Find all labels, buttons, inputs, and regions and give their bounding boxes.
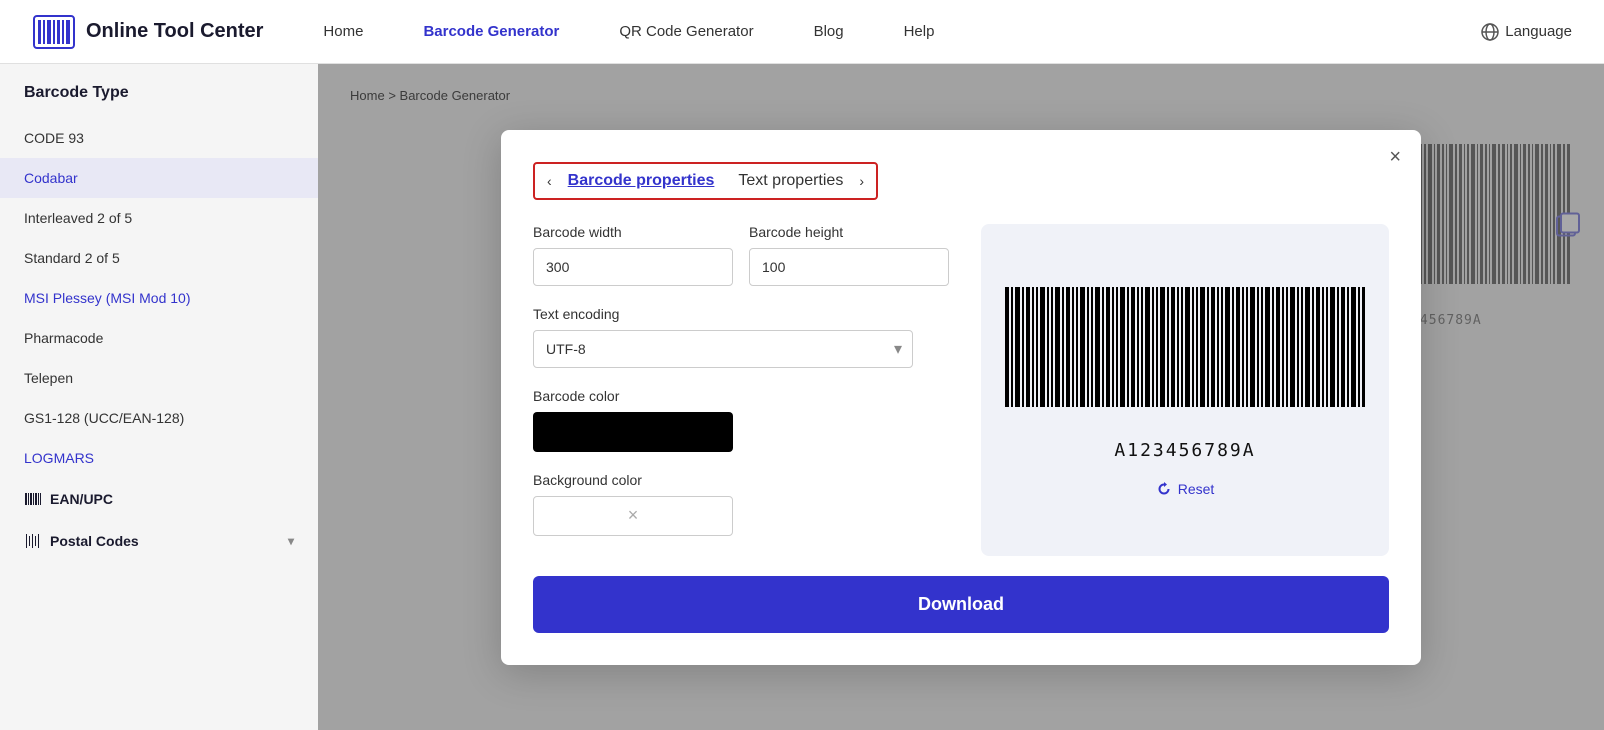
reset-label: Reset [1178,481,1215,497]
encoding-label: Text encoding [533,306,949,322]
sidebar-item-codabar[interactable]: Codabar [0,158,318,198]
tab-right-arrow: › [859,173,864,189]
select-arrow-icon: ▾ [884,339,912,359]
width-label: Barcode width [533,224,733,240]
header: Online Tool Center Home Barcode Generato… [0,0,1604,64]
form-group-encoding: Text encoding UTF-8 ASCII ISO-8859-1 ▾ [533,306,949,368]
chevron-down-icon: ▾ [288,534,294,548]
tab-left-arrow: ‹ [547,173,552,189]
nav-home[interactable]: Home [323,23,363,40]
logo-icon [32,14,76,50]
width-group: Barcode width ▲ ▼ [533,224,733,286]
encoding-select[interactable]: UTF-8 ASCII ISO-8859-1 [534,331,884,367]
modal-body: Barcode width ▲ ▼ [533,224,1389,556]
reset-icon [1156,481,1172,497]
sidebar-item-telepen[interactable]: Telepen [0,358,318,398]
width-input-group: ▲ ▼ [533,248,733,286]
nav-qr-code-generator[interactable]: QR Code Generator [619,23,753,40]
sidebar-item-logmars[interactable]: LOGMARS [0,438,318,478]
sidebar-group-postal-label: Postal Codes [50,533,139,549]
modal-close-button[interactable]: × [1389,146,1401,169]
bg-color-swatch[interactable]: × [533,496,733,536]
form-group-barcode-color: Barcode color [533,388,949,452]
height-input-group: ▲ ▼ [749,248,949,286]
modal-tab-bar: ‹ Barcode properties Text properties › [533,162,878,200]
logo-text: Online Tool Center [86,20,263,43]
bg-color-label: Background color [533,472,949,488]
barcode-color-label: Barcode color [533,388,949,404]
postal-barcode-icon [24,532,42,550]
tab-barcode-properties-label: Barcode properties [568,172,715,190]
globe-icon [1481,23,1499,41]
sidebar-group-ean-upc-label: EAN/UPC [50,491,113,507]
nav-help[interactable]: Help [904,23,935,40]
sidebar-item-gs1128[interactable]: GS1-128 (UCC/EAN-128) [0,398,318,438]
barcode-preview-svg [1005,282,1365,432]
sidebar-item-msi[interactable]: MSI Plessey (MSI Mod 10) [0,278,318,318]
nav-barcode-generator[interactable]: Barcode Generator [423,23,559,40]
sidebar-item-code93[interactable]: CODE 93 [0,118,318,158]
height-group: Barcode height ▲ ▼ [749,224,949,286]
form-group-dimensions: Barcode width ▲ ▼ [533,224,949,286]
sidebar-section-title: Barcode Type [0,84,318,118]
reset-button[interactable]: Reset [1156,481,1215,497]
content-area: Home > Barcode Generator [318,64,1604,730]
language-button[interactable]: Language [1481,23,1572,41]
main-layout: Barcode Type CODE 93 Codabar Interleaved… [0,64,1604,730]
barcode-text-label: A123456789A [1114,440,1255,461]
height-label: Barcode height [749,224,949,240]
modal-form: Barcode width ▲ ▼ [533,224,949,556]
encoding-select-group: UTF-8 ASCII ISO-8859-1 ▾ [533,330,913,368]
sidebar: Barcode Type CODE 93 Codabar Interleaved… [0,64,318,730]
download-button[interactable]: Download [533,576,1389,633]
main-nav: Home Barcode Generator QR Code Generator… [323,23,1481,40]
nav-blog[interactable]: Blog [814,23,844,40]
tab-text-properties[interactable]: Text properties [730,168,851,194]
sidebar-item-pharmacode[interactable]: Pharmacode [0,318,318,358]
logo-area[interactable]: Online Tool Center [32,14,263,50]
bg-color-clear-icon[interactable]: × [628,505,639,526]
language-label: Language [1505,23,1572,40]
height-input[interactable] [750,251,949,283]
sidebar-item-standard2of5[interactable]: Standard 2 of 5 [0,238,318,278]
barcode-small-icon [24,490,42,508]
sidebar-item-interleaved[interactable]: Interleaved 2 of 5 [0,198,318,238]
width-input[interactable] [534,251,733,283]
form-group-bg-color: Background color × [533,472,949,536]
barcode-preview: A123456789A Reset [981,224,1389,556]
tab-text-properties-label: Text properties [738,172,843,190]
sidebar-group-postal[interactable]: Postal Codes ▾ [0,520,318,562]
modal: × ‹ Barcode properties Text properties › [501,130,1421,665]
dimensions-row: Barcode width ▲ ▼ [533,224,949,286]
barcode-color-swatch[interactable] [533,412,733,452]
sidebar-group-ean-upc[interactable]: EAN/UPC [0,478,318,520]
modal-overlay[interactable]: × ‹ Barcode properties Text properties › [318,64,1604,730]
tab-barcode-properties[interactable]: Barcode properties [560,168,723,194]
